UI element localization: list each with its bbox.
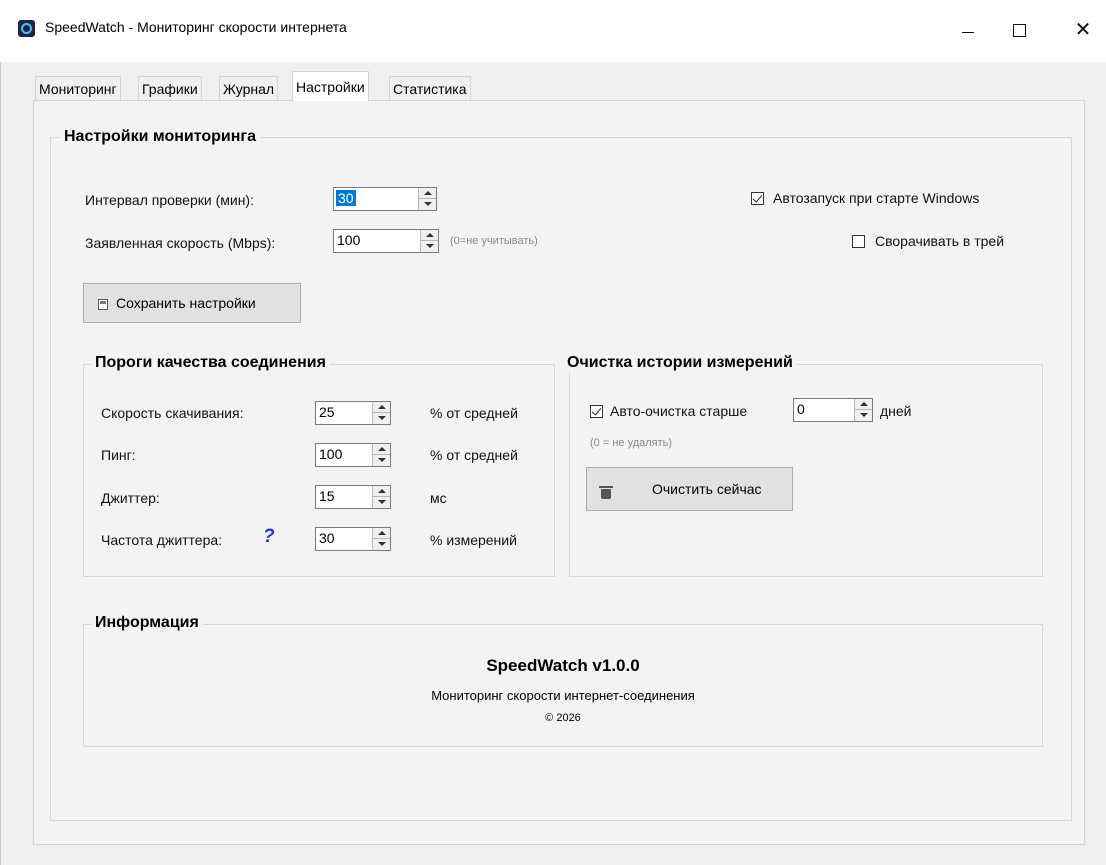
download-speed-label: Скорость скачивания:: [101, 405, 244, 421]
tab-settings[interactable]: Настройки: [292, 71, 369, 101]
info-group-title: Информация: [91, 614, 203, 632]
download-spin-buttons[interactable]: [372, 402, 390, 424]
window-border: [0, 62, 1, 865]
spin-down-icon[interactable]: [419, 199, 436, 210]
jitter-spin-buttons[interactable]: [372, 486, 390, 508]
spin-down-icon[interactable]: [373, 455, 390, 466]
speed-hint: (0=не учитывать): [450, 235, 538, 247]
download-speed-value: 25: [319, 404, 335, 420]
jitter-value: 15: [319, 488, 335, 504]
copyright: © 2026: [545, 712, 581, 724]
jitter-frequency-stepper[interactable]: 30: [315, 527, 391, 551]
tray-label[interactable]: Сворачивать в трей: [875, 233, 1004, 249]
tab-charts[interactable]: Графики: [138, 76, 202, 100]
spin-down-icon[interactable]: [373, 539, 390, 550]
ping-value: 100: [319, 446, 343, 462]
spin-up-icon[interactable]: [373, 402, 390, 413]
speed-label: Заявленная скорость (Mbps):: [85, 235, 276, 251]
spin-up-icon[interactable]: [419, 188, 436, 199]
spin-up-icon[interactable]: [373, 444, 390, 455]
tab-statistics[interactable]: Статистика: [389, 76, 471, 100]
speed-stepper[interactable]: 100: [333, 229, 439, 253]
spin-down-icon[interactable]: [421, 241, 438, 252]
spin-up-icon[interactable]: [373, 528, 390, 539]
trash-icon: [599, 486, 613, 499]
spin-up-icon[interactable]: [421, 230, 438, 241]
ping-label: Пинг:: [101, 447, 136, 463]
close-button[interactable]: ✕: [1060, 10, 1106, 50]
minimize-icon: [962, 32, 974, 33]
spin-down-icon[interactable]: [855, 410, 872, 421]
interval-spin-buttons[interactable]: [418, 188, 436, 210]
jitter-stepper[interactable]: 15: [315, 485, 391, 509]
speed-value: 100: [337, 232, 361, 248]
speed-spin-buttons[interactable]: [420, 230, 438, 252]
maximize-button[interactable]: [996, 10, 1042, 50]
tab-monitoring[interactable]: Мониторинг: [35, 76, 121, 100]
info-group: [83, 624, 1043, 747]
help-icon[interactable]: ?: [263, 526, 275, 548]
window-title: SpeedWatch - Мониторинг скорости интерне…: [45, 19, 347, 35]
spin-up-icon[interactable]: [855, 399, 872, 410]
monitoring-group-title: Настройки мониторинга: [60, 128, 260, 146]
cleanup-days-value: 0: [797, 401, 805, 417]
cleanup-spin-buttons[interactable]: [854, 399, 872, 421]
jitter-frequency-unit: % измерений: [430, 532, 517, 548]
minimize-button[interactable]: [945, 10, 991, 50]
jitter-frequency-value: 30: [319, 530, 335, 546]
spin-down-icon[interactable]: [373, 497, 390, 508]
jitter-frequency-spin-buttons[interactable]: [372, 528, 390, 550]
jitter-label: Джиттер:: [101, 490, 160, 506]
save-settings-label: Сохранить настройки: [116, 295, 256, 311]
clear-now-label: Очистить сейчас: [652, 481, 762, 497]
tab-journal[interactable]: Журнал: [219, 76, 279, 100]
interval-stepper[interactable]: 30: [333, 187, 437, 211]
save-icon: [98, 299, 108, 310]
ping-unit: % от средней: [430, 447, 518, 463]
save-settings-button[interactable]: Сохранить настройки: [83, 283, 301, 323]
spin-down-icon[interactable]: [373, 413, 390, 424]
ping-spin-buttons[interactable]: [372, 444, 390, 466]
title-bar: SpeedWatch - Мониторинг скорости интерне…: [0, 0, 1106, 62]
clear-now-button[interactable]: Очистить сейчас: [586, 467, 793, 511]
download-speed-stepper[interactable]: 25: [315, 401, 391, 425]
auto-cleanup-checkbox[interactable]: [590, 405, 603, 418]
autostart-checkbox[interactable]: [751, 192, 764, 205]
cleanup-days-stepper[interactable]: 0: [793, 398, 873, 422]
cleanup-hint: (0 = не удалять): [590, 437, 673, 449]
thresholds-group-title: Пороги качества соединения: [91, 354, 330, 372]
cleanup-days-unit: дней: [880, 403, 912, 419]
speedwatch-app-icon: [18, 20, 35, 37]
maximize-icon: [1013, 24, 1026, 37]
interval-value: 30: [336, 190, 356, 206]
app-version: SpeedWatch v1.0.0: [486, 656, 640, 675]
jitter-frequency-label: Частота джиттера:: [101, 532, 223, 548]
jitter-unit: мс: [430, 490, 447, 506]
spin-up-icon[interactable]: [373, 486, 390, 497]
tray-checkbox[interactable]: [852, 235, 865, 248]
app-description: Мониторинг скорости интернет-соединения: [431, 688, 695, 703]
autostart-label[interactable]: Автозапуск при старте Windows: [773, 190, 979, 206]
cleanup-group-title: Очистка истории измерений: [563, 354, 797, 372]
download-speed-unit: % от средней: [430, 405, 518, 421]
interval-label: Интервал проверки (мин):: [85, 192, 254, 208]
ping-stepper[interactable]: 100: [315, 443, 391, 467]
auto-cleanup-label[interactable]: Авто-очистка старше: [610, 403, 747, 419]
